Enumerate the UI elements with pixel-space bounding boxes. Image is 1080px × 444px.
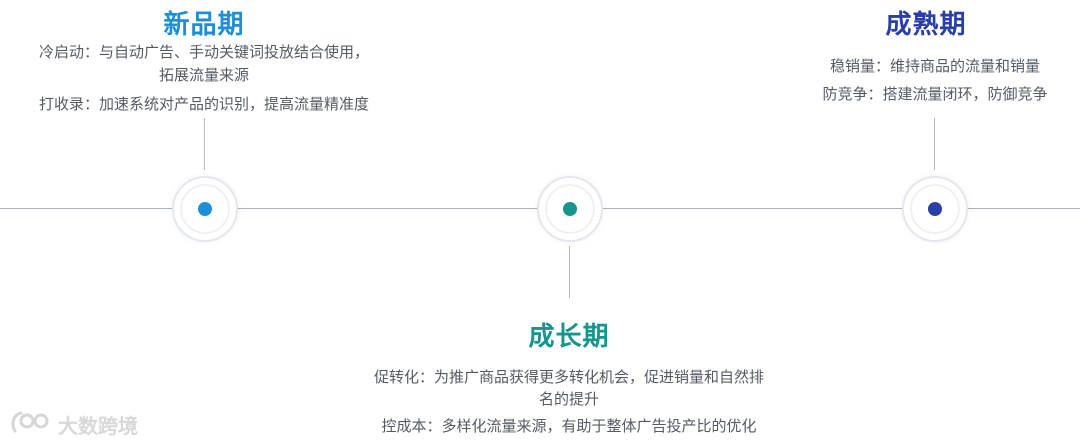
- connector-growth-stage: [569, 246, 570, 298]
- stage-desc-growth-line-2: 名的提升: [538, 390, 599, 408]
- stage-desc-new-line-2: 拓展流量来源: [158, 66, 249, 84]
- node-growth-stage: [537, 176, 603, 242]
- node-new-stage: [172, 176, 238, 242]
- stage-desc-new-line-1: 冷启动：与自动广告、手动关键词投放结合使用，: [38, 43, 369, 61]
- stage-title-growth: 成长期: [528, 322, 610, 352]
- stage-title-new: 新品期: [163, 10, 245, 40]
- watermark-text: 大数跨境: [58, 413, 138, 438]
- stage-title-mature: 成熟期: [885, 10, 967, 40]
- stage-desc-growth-line-1: 促转化：为推广商品获得更多转化机会，促进销量和自然排: [373, 368, 764, 386]
- node-mature-stage: [902, 176, 968, 242]
- stage-desc-new-line-3: 打收录：加速系统对产品的识别，提高流量精准度: [38, 95, 369, 113]
- watermark: 大数跨境: [10, 409, 138, 439]
- stage-desc-mature-line-1: 稳销量：维持商品的流量和销量: [829, 57, 1040, 75]
- brand-logo-icon: [10, 409, 52, 439]
- stage-desc-mature-line-2: 防竞争：搭建流量闭环，防御竞争: [822, 85, 1048, 103]
- connector-new-stage: [204, 118, 205, 170]
- node-dot: [928, 202, 942, 216]
- connector-mature-stage: [934, 118, 935, 170]
- node-dot: [563, 202, 577, 216]
- node-dot: [198, 202, 212, 216]
- stage-desc-growth-line-3: 控成本：多样化流量来源，有助于整体广告投产比的优化: [381, 417, 757, 435]
